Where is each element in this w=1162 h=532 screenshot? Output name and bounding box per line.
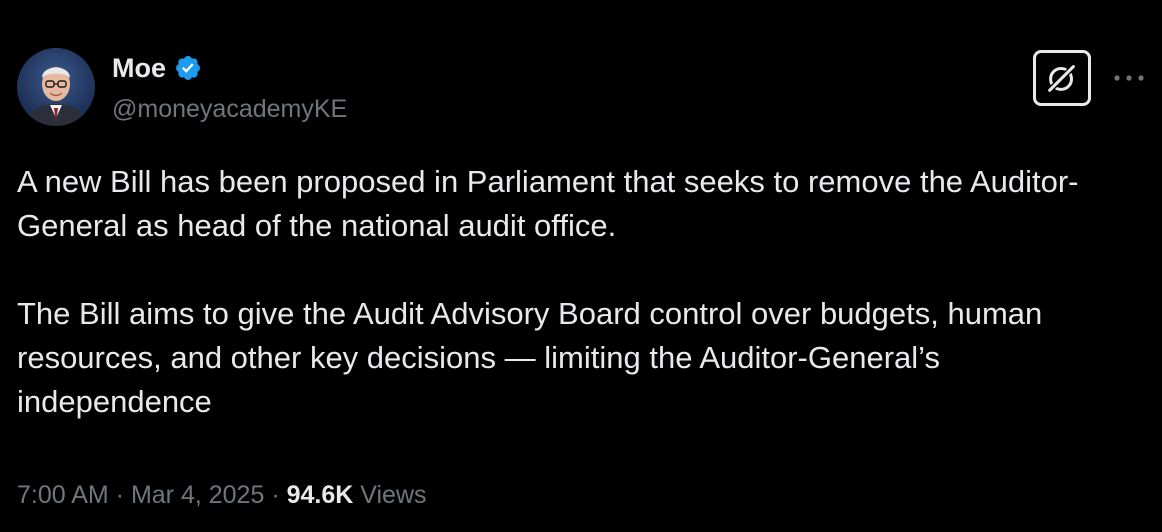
- more-icon: [1114, 75, 1144, 81]
- views-label: Views: [353, 481, 427, 509]
- avatar[interactable]: [17, 48, 95, 126]
- tweet-date[interactable]: Mar 4, 2025: [131, 477, 264, 513]
- grok-button[interactable]: [1033, 50, 1091, 106]
- tweet-text: A new Bill has been proposed in Parliame…: [17, 160, 1137, 424]
- profile-photo: [25, 67, 87, 126]
- tweet-time[interactable]: 7:00 AM: [17, 477, 109, 513]
- tweet-paragraph: The Bill aims to give the Audit Advisory…: [17, 296, 1043, 419]
- verified-badge-icon[interactable]: [174, 54, 202, 82]
- more-button[interactable]: [1112, 66, 1146, 90]
- tweet-meta: 7:00 AM · Mar 4, 2025 · 94.6K Views: [17, 477, 427, 513]
- views-count[interactable]: 94.6K: [287, 477, 354, 513]
- meta-separator: ·: [108, 481, 131, 509]
- grok-icon: [1045, 62, 1078, 95]
- author-handle[interactable]: @moneyacademyKE: [112, 93, 347, 125]
- author-name-row: Moe: [112, 52, 202, 84]
- author-name[interactable]: Moe: [112, 52, 166, 84]
- meta-separator: ·: [264, 481, 287, 509]
- tweet-paragraph: A new Bill has been proposed in Parliame…: [17, 164, 1079, 243]
